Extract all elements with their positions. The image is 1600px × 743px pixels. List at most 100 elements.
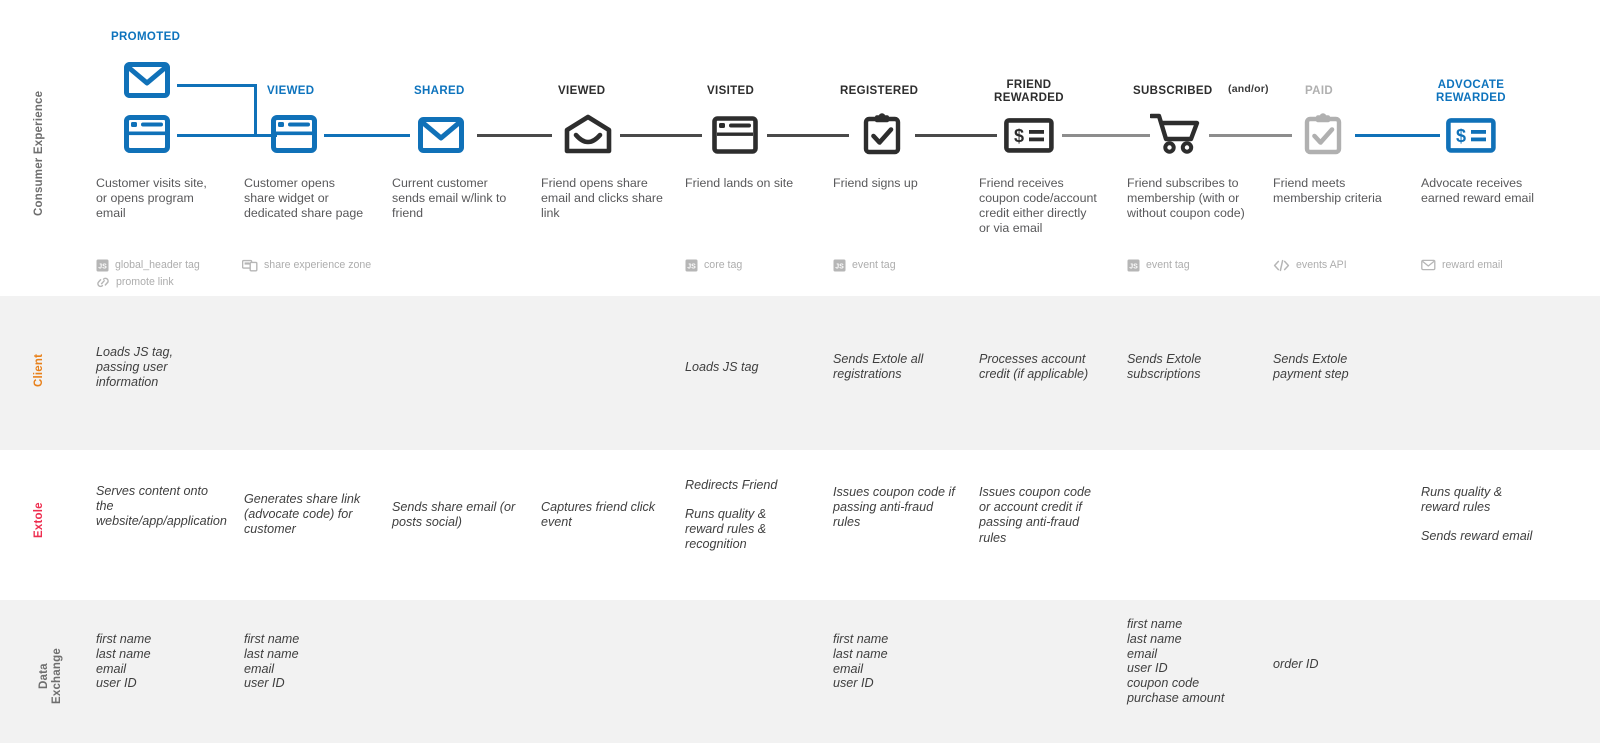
client-text-visited: Loads JS tag (685, 360, 759, 374)
stage-tags-advocate-rewarded: reward email (1421, 258, 1503, 275)
svg-text:$: $ (1014, 126, 1024, 146)
client-text-promoted: Loads JS tag, passing user information (96, 345, 174, 390)
coupon-blue-icon: $ (1446, 118, 1496, 153)
client-text-registered: Sends Extole all registrations (833, 352, 924, 382)
data-text-registered: first name last name email user ID (833, 632, 889, 691)
shopping-cart-icon (1150, 112, 1202, 154)
extole-text-visited-1: Redirects Friend (685, 478, 778, 492)
stage-name-registered: REGISTERED (840, 85, 919, 97)
extole-text-viewed-2: Captures friend click event (541, 500, 656, 530)
connector-viewed1-shared (324, 134, 410, 137)
and-or-label: (and/or) (1228, 83, 1269, 95)
stage-description-paid: Friend meets membership criteria (1273, 176, 1382, 205)
tag-label: reward email (1442, 259, 1503, 271)
stage-description-registered: Friend signs up (833, 176, 918, 190)
tag-label: promote link (116, 276, 174, 288)
tag-event: JS event tag (833, 258, 896, 272)
code-api-icon (1273, 259, 1290, 272)
clipboard-check-gray-icon (1303, 113, 1343, 155)
tag-events-api: events API (1273, 258, 1347, 272)
extole-text-viewed-1: Generates share link (advocate code) for… (244, 492, 361, 537)
tag-event: JS event tag (1127, 258, 1190, 272)
stage-name-advocate-rewarded: ADVOCATE REWARDED (1436, 79, 1506, 104)
svg-text:$: $ (1456, 126, 1466, 146)
svg-text:JS: JS (835, 263, 844, 270)
stage-name-friend-rewarded: FRIEND REWARDED (994, 79, 1064, 104)
share-zone-icon (242, 259, 258, 272)
coupon-icon: $ (1004, 118, 1054, 153)
stage-name-viewed-2: VIEWED (558, 85, 606, 97)
stage-description-subscribed: Friend subscribes to membership (with or… (1127, 176, 1245, 220)
journey-diagram: Consumer Experience Client Extole Data E… (0, 0, 1600, 743)
connector-viewed2-visited (620, 134, 702, 137)
tag-label: events API (1296, 259, 1347, 271)
row-label-data-exchange: Data Exchange (38, 648, 63, 704)
tag-label: core tag (704, 259, 743, 271)
stage-description-friend-rewarded: Friend receives coupon code/account cred… (979, 176, 1097, 235)
connector-shared-viewed2 (477, 134, 552, 137)
row-label-client: Client (33, 353, 45, 387)
data-exchange-row-band (0, 600, 1600, 743)
clipboard-check-icon (862, 113, 902, 155)
data-text-viewed-1: first name last name email user ID (244, 632, 300, 691)
extole-text-advocate-rewarded-2: Sends reward email (1421, 529, 1533, 543)
js-tag-icon: JS (96, 259, 109, 272)
js-tag-icon: JS (833, 259, 846, 272)
svg-text:JS: JS (687, 263, 696, 270)
stage-description-shared: Current customer sends email w/link to f… (392, 176, 507, 220)
stage-tags-visited: JS core tag (685, 258, 742, 275)
row-label-extole: Extole (33, 502, 45, 538)
js-tag-icon: JS (1127, 259, 1140, 272)
stage-name-viewed-1: VIEWED (267, 85, 315, 97)
connector-registered-friendrewarded (915, 134, 997, 137)
extole-text-shared: Sends share email (or posts social) (392, 500, 516, 530)
client-text-friend-rewarded: Processes account credit (if applicable) (979, 352, 1089, 382)
connector-subscribed-paid (1209, 134, 1292, 137)
client-text-paid: Sends Extole payment step (1273, 352, 1349, 382)
stage-tags-paid: events API (1273, 258, 1347, 275)
data-text-paid: order ID (1273, 657, 1319, 671)
open-envelope-icon (564, 114, 612, 154)
stage-name-subscribed: SUBSCRIBED (1133, 85, 1213, 97)
connector-promoted-email (177, 84, 257, 87)
stage-tags-registered: JS event tag (833, 258, 896, 275)
browser-window-icon (712, 116, 758, 154)
link-icon (96, 276, 110, 289)
stage-name-paid: PAID (1305, 85, 1334, 97)
tag-label: event tag (1146, 259, 1190, 271)
tag-promote-link: promote link (96, 275, 200, 289)
tag-label: share experience zone (264, 259, 372, 271)
stage-description-advocate-rewarded: Advocate receives earned reward email (1421, 176, 1534, 205)
connector-visited-registered (767, 134, 849, 137)
stage-name-shared: SHARED (414, 85, 465, 97)
svg-text:JS: JS (98, 263, 107, 270)
envelope-icon (124, 62, 170, 98)
svg-text:JS: JS (1129, 263, 1138, 270)
connector-paid-advocaterewarded (1355, 134, 1440, 137)
stage-name-promoted: PROMOTED (111, 31, 181, 43)
stage-description-viewed-1: Customer opens share widget or dedicated… (244, 176, 364, 220)
tag-core: JS core tag (685, 258, 742, 272)
envelope-icon (418, 117, 464, 153)
connector-merge-vertical (254, 84, 257, 137)
stage-description-visited: Friend lands on site (685, 176, 794, 190)
tag-label: global_header tag (115, 259, 200, 271)
data-text-promoted: first name last name email user ID (96, 632, 152, 691)
extole-text-visited-2: Runs quality & reward rules & recognitio… (685, 507, 767, 552)
extole-text-promoted: Serves content onto the website/app/appl… (96, 484, 227, 529)
connector-friendrewarded-subscribed (1062, 134, 1150, 137)
tag-label: event tag (852, 259, 896, 271)
client-text-subscribed: Sends Extole subscriptions (1127, 352, 1202, 382)
js-tag-icon: JS (685, 259, 698, 272)
stage-tags-subscribed: JS event tag (1127, 258, 1190, 275)
browser-window-icon (271, 115, 317, 153)
stage-tags-viewed-1: share experience zone (242, 258, 371, 275)
extole-text-friend-rewarded: Issues coupon code or account credit if … (979, 485, 1092, 545)
extole-text-advocate-rewarded-1: Runs quality & reward rules (1421, 485, 1503, 515)
connector-promoted-browser (177, 134, 277, 137)
stage-name-visited: VISITED (707, 85, 755, 97)
data-text-subscribed: first name last name email user ID coupo… (1127, 617, 1225, 705)
mail-icon (1421, 259, 1436, 271)
browser-window-icon (124, 115, 170, 153)
stage-description-promoted: Customer visits site, or opens program e… (96, 176, 207, 220)
